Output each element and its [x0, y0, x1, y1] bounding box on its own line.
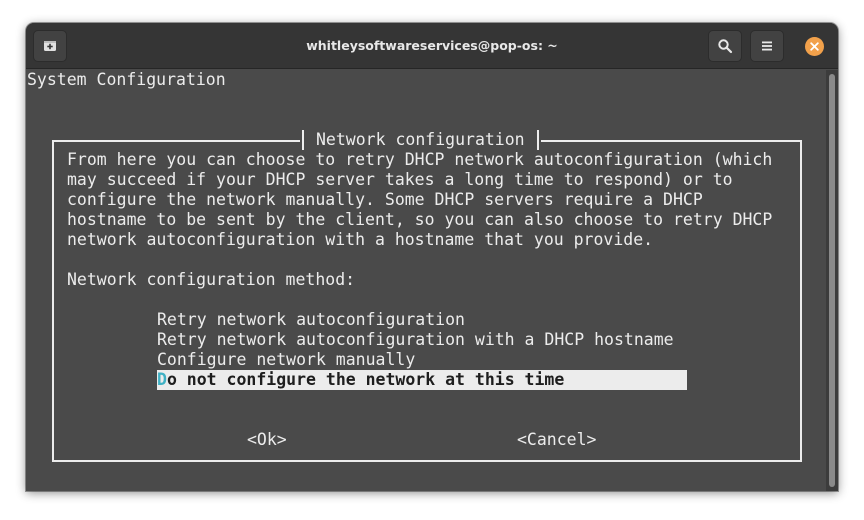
dialog-title-bar: Network configuration [300, 130, 541, 150]
option-do-not-configure-selected[interactable]: Do not configure the network at this tim… [157, 370, 687, 390]
menu-button[interactable] [750, 30, 784, 62]
title-right-tick [536, 130, 539, 150]
hamburger-menu-icon [762, 41, 772, 51]
method-label: Network configuration method: [67, 270, 356, 289]
description-line: configure the network manually. Some DHC… [67, 190, 703, 209]
description-line: may succeed if your DHCP server takes a … [67, 170, 733, 189]
description-line: hostname to be sent by the client, so yo… [67, 210, 773, 229]
cancel-button[interactable]: <Cancel> [517, 430, 596, 450]
selected-option-hotkey-letter: D [157, 370, 167, 389]
terminal-window: whitleysoftwareservices@pop-os: ~ System… [26, 23, 838, 491]
close-icon [810, 42, 819, 51]
new-tab-icon [44, 41, 56, 51]
description-line: From here you can choose to retry DHCP n… [67, 150, 773, 169]
selected-option-label: o not configure the network at this time [166, 370, 565, 389]
scrollbar-thumb[interactable] [829, 74, 835, 487]
description-line: network autoconfiguration with a hostnam… [67, 230, 654, 249]
terminal-area[interactable]: System Configuration Network configurati… [26, 70, 824, 491]
title-bar: whitleysoftwareservices@pop-os: ~ [26, 23, 838, 69]
option-retry-with-dhcp-hostname[interactable]: Retry network autoconfiguration with a D… [157, 330, 674, 350]
new-tab-button[interactable] [33, 30, 67, 62]
window-title: whitleysoftwareservices@pop-os: ~ [306, 38, 558, 53]
ok-button[interactable]: <Ok> [247, 430, 287, 450]
option-retry-autoconfiguration[interactable]: Retry network autoconfiguration [157, 310, 465, 330]
close-button[interactable] [805, 37, 824, 56]
dialog-title: Network configuration [316, 130, 525, 149]
scrollbar[interactable] [826, 70, 838, 491]
system-configuration-header: System Configuration [27, 70, 226, 89]
search-icon [718, 39, 733, 54]
search-button[interactable] [708, 30, 742, 62]
option-configure-manually[interactable]: Configure network manually [157, 350, 415, 370]
